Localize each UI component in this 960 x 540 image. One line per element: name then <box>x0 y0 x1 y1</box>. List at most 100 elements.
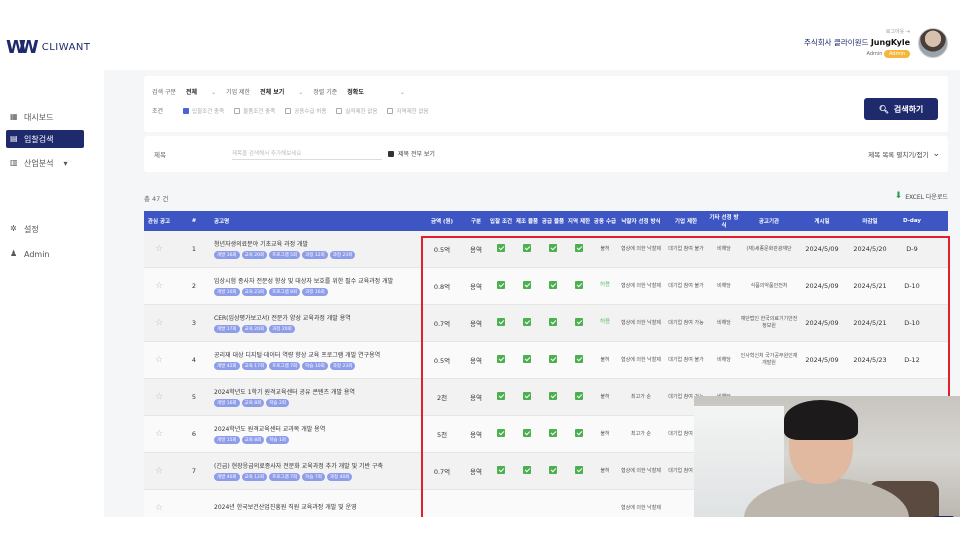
bid-title-text: CER(임상평가보고서) 전문가 양성 교육과정 개발 용역 <box>214 315 351 322</box>
sidebar-item-label: 대시보드 <box>24 112 54 122</box>
favorite-star-icon[interactable]: ☆ <box>144 355 174 365</box>
favorite-star-icon[interactable]: ☆ <box>144 392 174 402</box>
posted-date: 2024/5/09 <box>805 319 839 327</box>
deadline-date: 2024/5/23 <box>853 356 887 364</box>
keyword-tags: 개발 16회 교육 8회 학습 2회 <box>214 399 420 407</box>
bid-type: 용역 <box>470 320 482 328</box>
title-search-bar: 제목 제목을 검색해서 추가해보세요 제목 전부 보기 제목 목록 펼치기/접기… <box>144 136 948 172</box>
bid-title[interactable]: 2024년 한국보건산업진흥원 직원 교육과정 개발 및 운영 <box>214 502 420 514</box>
favorite-star-icon[interactable]: ☆ <box>144 429 174 439</box>
bid-title-text: 청년자생의료분야 기초교육 과정 개발 <box>214 241 309 248</box>
posted-date: 2024/5/09 <box>805 356 839 364</box>
webcam-overlay: W <box>694 396 960 517</box>
keyword-tag: 프로그램 7회 <box>269 362 301 370</box>
sidebar-item-label: Admin <box>24 249 50 259</box>
bid-condition <box>488 318 514 328</box>
logo[interactable]: W W CLIWANT <box>6 37 91 58</box>
title-list-toggle[interactable]: 제목 목록 펼치기/접기 ⌄ <box>868 149 940 159</box>
excel-download-button[interactable]: ⬇ EXCEL 다운로드 <box>895 191 948 201</box>
search-type-select[interactable]: 전체 ⌄ <box>186 87 216 96</box>
sidebar-item-settings[interactable]: ✲ 설정 <box>6 220 43 238</box>
result-count: 총 47 건 <box>144 195 169 203</box>
amount: 5천 <box>436 431 448 439</box>
keyword-tag: 개발 16회 <box>214 251 240 259</box>
search-type-label: 검색 구분 <box>152 89 176 96</box>
condition-checkbox-3[interactable]: 공동수급 허용 <box>285 107 326 115</box>
supply-goods <box>540 355 566 365</box>
joint-supply: 허용 <box>599 319 611 326</box>
check-icon <box>497 466 505 474</box>
gear-icon: ✲ <box>10 224 17 233</box>
condition-checkbox-4[interactable]: 실적제한 없음 <box>336 107 377 115</box>
company-name: 주식회사 클라이원드 JungKyle <box>803 38 910 47</box>
bid-title[interactable]: 공리재 대상 디지털·데이터 역량 향상 교육 프로그램 개발 연구용역 개발 … <box>214 350 420 370</box>
sidebar-item-dashboard[interactable]: ▦ 대시보드 <box>6 108 57 126</box>
bid-title[interactable]: CER(임상평가보고서) 전문가 양성 교육과정 개발 용역 개발 17회 교육 … <box>214 313 420 333</box>
limit-select[interactable]: 전체 보기 ⌄ <box>260 87 303 96</box>
bid-title-text: 2024학년도 원격교육센터 교과목 개발 용역 <box>214 426 326 433</box>
logout-icon: ⇥ <box>905 29 910 35</box>
title-search-input[interactable]: 제목을 검색해서 추가해보세요 <box>232 146 382 160</box>
supply-goods <box>540 244 566 254</box>
user-menu: 로그아웃 ⇥ 주식회사 클라이원드 JungKyle Admin Admin <box>804 28 948 58</box>
header-favorite: 관심 공고 <box>147 219 171 225</box>
sidebar-item-industry[interactable]: ▥ 산업분석 ▾ <box>6 154 71 172</box>
other-method: 비해당 <box>717 319 731 326</box>
deadline-date: 2024/5/20 <box>853 245 887 253</box>
check-icon <box>523 392 531 400</box>
check-icon <box>497 392 505 400</box>
dday: D-12 <box>904 356 920 364</box>
logout-link[interactable]: 로그아웃 ⇥ <box>804 28 910 35</box>
table-row[interactable]: ☆ 3 CER(임상평가보고서) 전문가 양성 교육과정 개발 용역 개발 17… <box>144 305 948 342</box>
favorite-star-icon[interactable]: ☆ <box>144 244 174 254</box>
sidebar-item-label: 입찰검색 <box>24 134 54 144</box>
sort-select[interactable]: 정확도 ⌄ <box>347 87 405 96</box>
table-row[interactable]: ☆ 4 공리재 대상 디지털·데이터 역량 향상 교육 프로그램 개발 연구용역… <box>144 342 948 379</box>
row-number: 7 <box>191 467 197 475</box>
show-all-checkbox[interactable]: 제목 전부 보기 <box>388 149 435 158</box>
bid-title[interactable]: 임상시험 종사자 전문성 향상 및 대상자 보호를 위한 필수 교육과정 개발 … <box>214 276 420 296</box>
table-row[interactable]: ☆ 1 청년자생의료분야 기초교육 과정 개발 개발 16회 교육 20회 프로그램… <box>144 231 948 268</box>
keyword-tags: 개발 10회 교육 23회 프로그램 8회 과정 16회 <box>214 288 420 296</box>
manufacture-goods <box>514 429 540 439</box>
header-bid-cond: 입찰 조건 <box>489 219 513 225</box>
bid-title-text: 2024학년도 1학기 원격교육센터 공유 콘텐츠 개발 용역 <box>214 389 355 396</box>
search-button[interactable]: 🔍︎ 검색하기 <box>864 98 938 120</box>
table-row[interactable]: ☆ 2 임상시험 종사자 전문성 향상 및 대상자 보호를 위한 필수 교육과정… <box>144 268 948 305</box>
user-name: JungKyle <box>870 38 910 47</box>
selection-method: 협상에 의한 낙찰제 <box>621 467 661 474</box>
favorite-star-icon[interactable]: ☆ <box>144 318 174 328</box>
bid-title[interactable]: (긴급) 현장응급의료종사자 전문화 교육과정 추가 개발 및 기반 구축 개발… <box>214 461 420 481</box>
keyword-tag: 개발 15회 <box>214 436 240 444</box>
favorite-star-icon[interactable]: ☆ <box>144 503 174 513</box>
condition-checkbox-5[interactable]: 지역제한 없음 <box>387 107 429 115</box>
avatar[interactable] <box>918 28 948 58</box>
amount: 0.5억 <box>433 357 451 365</box>
keyword-tag: 교육 8회 <box>241 436 265 444</box>
favorite-star-icon[interactable]: ☆ <box>144 466 174 476</box>
bid-title[interactable]: 2024학년도 원격교육센터 교과목 개발 용역 개발 15회 교육 8회 학습 1… <box>214 424 420 444</box>
chart-icon: ▥ <box>10 158 18 167</box>
region-limit <box>566 244 592 254</box>
favorite-star-icon[interactable]: ☆ <box>144 281 174 291</box>
user-role: Admin Admin <box>804 50 910 58</box>
checkbox-icon <box>234 107 241 114</box>
bid-title[interactable]: 2024학년도 1학기 원격교육센터 공유 콘텐츠 개발 용역 개발 16회 교육… <box>214 387 420 407</box>
webcam-person-hair <box>784 400 858 440</box>
filter-row-1: 검색 구분 전체 ⌄ 기업 제한 전체 보기 ⌄ 정렬 기준 정확도 ⌄ <box>152 87 405 96</box>
agency: 재단법인 한국의료기기안전정보원 <box>740 316 798 329</box>
company-limit: 대기업 참여 불가 <box>668 356 704 363</box>
keyword-tag: 과정 12회 <box>302 251 328 259</box>
sidebar-item-admin[interactable]: ♟ Admin <box>6 245 54 263</box>
selection-method: 협상에 의한 낙찰제 <box>621 319 661 326</box>
condition-checkbox-1[interactable]: 입찰조건 충족 <box>183 107 224 115</box>
joint-supply: 불허 <box>600 467 610 474</box>
title-label: 제목 <box>154 151 166 159</box>
header-joint: 공동 수급 <box>593 219 617 225</box>
checkbox-icon <box>388 150 394 157</box>
header-amount: 금액 (원) <box>430 219 454 225</box>
condition-checkbox-2[interactable]: 물품조건 충족 <box>234 107 275 115</box>
row-number: 5 <box>191 393 197 401</box>
sidebar-item-bid-search[interactable]: ▤ 입찰검색 <box>6 130 84 148</box>
bid-title[interactable]: 청년자생의료분야 기초교육 과정 개발 개발 16회 교육 20회 프로그램 5회 과… <box>214 239 420 259</box>
